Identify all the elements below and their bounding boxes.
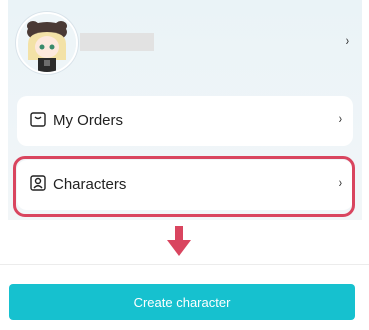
shopping-bag-icon — [30, 112, 46, 127]
my-orders-label: My Orders — [53, 112, 124, 129]
anime-character-avatar-icon — [18, 14, 76, 72]
my-orders-chevron-icon: › — [339, 110, 343, 126]
avatar[interactable] — [16, 12, 78, 74]
divider — [0, 264, 369, 265]
profile-chevron-icon: › — [346, 32, 350, 48]
username-redacted — [80, 33, 154, 51]
menu-item-my-orders[interactable]: My Orders › — [17, 96, 353, 146]
down-arrow-icon — [167, 226, 191, 256]
characters-highlight-box — [13, 156, 355, 217]
profile-row[interactable]: › — [8, 12, 362, 74]
create-character-button[interactable]: Create character — [9, 284, 355, 320]
